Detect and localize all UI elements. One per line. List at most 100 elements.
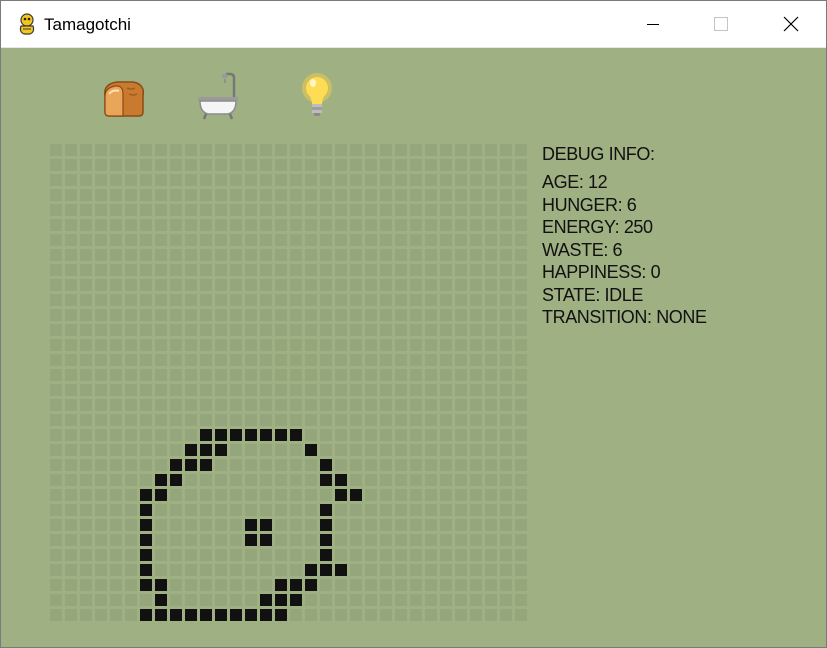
maximize-button[interactable] [698,1,744,47]
pixel-off [380,609,392,621]
pixel-off [470,174,482,186]
pixel-off [500,384,512,396]
pixel-off [185,474,197,486]
pixel-off [335,384,347,396]
pixel-off [425,429,437,441]
pixel-off [410,144,422,156]
pixel-off [455,204,467,216]
pixel-off [80,414,92,426]
pixel-off [125,399,137,411]
pixel-off [515,369,527,381]
pixel-off [455,519,467,531]
title-bar[interactable]: Tamagotchi [1,1,826,48]
pixel-off [410,219,422,231]
pixel-off [410,369,422,381]
pixel-off [50,369,62,381]
minimize-button[interactable] [630,1,676,47]
pixel-off [365,519,377,531]
pixel-off [125,594,137,606]
pixel-off [320,324,332,336]
pixel-off [350,294,362,306]
pixel-off [215,234,227,246]
pixel-off [455,369,467,381]
pixel-off [395,189,407,201]
pixel-off [350,564,362,576]
pixel-off [260,174,272,186]
pixel-off [65,339,77,351]
pixel-off [110,354,122,366]
pixel-off [200,264,212,276]
pixel-off [155,264,167,276]
pixel-off [350,459,362,471]
pixel-off [65,264,77,276]
pixel-off [380,444,392,456]
pixel-off [395,264,407,276]
pixel-off [395,444,407,456]
pixel-off [50,459,62,471]
pixel-off [140,144,152,156]
pixel-off [365,414,377,426]
pixel-off [395,309,407,321]
pixel-off [80,249,92,261]
pixel-off [515,534,527,546]
pixel-off [110,609,122,621]
pixel-on [245,609,257,621]
pixel-off [470,144,482,156]
pixel-off [80,339,92,351]
pixel-off [185,354,197,366]
pixel-off [170,264,182,276]
pixel-off [425,414,437,426]
pixel-off [200,564,212,576]
pixel-off [50,549,62,561]
pixel-off [125,474,137,486]
pixel-off [305,489,317,501]
pixel-off [260,414,272,426]
pixel-off [335,414,347,426]
close-button[interactable] [768,1,814,47]
pixel-off [80,204,92,216]
pixel-off [380,399,392,411]
pixel-off [455,339,467,351]
pixel-off [410,549,422,561]
pixel-off [305,534,317,546]
pixel-off [155,354,167,366]
pixel-off [500,429,512,441]
pixel-off [485,504,497,516]
pixel-off [155,309,167,321]
pixel-on [170,609,182,621]
pixel-off [215,504,227,516]
feed-button[interactable] [97,72,147,122]
pixel-off [410,594,422,606]
pixel-off [380,189,392,201]
pixel-off [170,369,182,381]
pixel-off [515,234,527,246]
pixel-off [500,309,512,321]
pixel-on [320,534,332,546]
pixel-off [140,219,152,231]
pixel-off [245,339,257,351]
pixel-off [515,174,527,186]
pixel-off [365,219,377,231]
pixel-on [140,504,152,516]
pixel-off [425,519,437,531]
pixel-off [425,174,437,186]
pixel-off [425,264,437,276]
pixel-off [350,384,362,396]
pixel-off [230,369,242,381]
light-button[interactable] [293,70,343,120]
pixel-off [500,534,512,546]
pixel-off [110,309,122,321]
pixel-off [470,564,482,576]
pixel-off [95,234,107,246]
pixel-off [500,189,512,201]
pixel-off [470,444,482,456]
pixel-off [80,504,92,516]
pixel-off [170,489,182,501]
pixel-off [230,339,242,351]
clean-button[interactable] [194,72,244,122]
pixel-off [275,354,287,366]
pixel-off [140,459,152,471]
pixel-off [425,309,437,321]
pixel-off [455,549,467,561]
pixel-off [320,219,332,231]
